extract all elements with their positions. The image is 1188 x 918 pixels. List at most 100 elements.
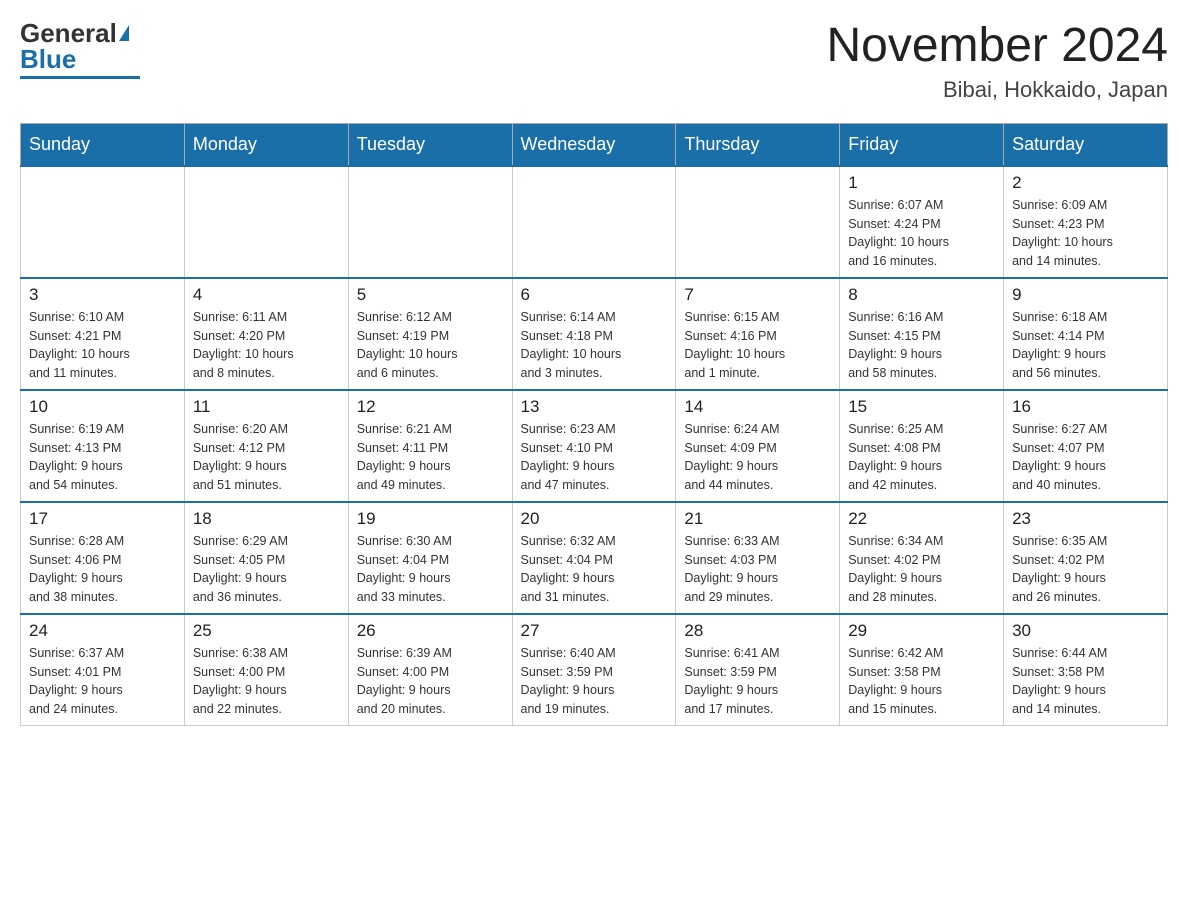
calendar-table: SundayMondayTuesdayWednesdayThursdayFrid…: [20, 123, 1168, 726]
calendar-cell: 28 Sunrise: 6:41 AMSunset: 3:59 PMDayligh…: [676, 614, 840, 726]
day-number: 17: [29, 509, 176, 529]
logo-triangle-icon: [119, 25, 129, 41]
calendar-cell: 6 Sunrise: 6:14 AMSunset: 4:18 PMDaylight…: [512, 278, 676, 390]
weekday-header-tuesday: Tuesday: [348, 123, 512, 166]
day-number: 1: [848, 173, 995, 193]
day-number: 24: [29, 621, 176, 641]
day-info: Sunrise: 6:30 AMSunset: 4:04 PMDaylight:…: [357, 532, 504, 607]
day-number: 30: [1012, 621, 1159, 641]
day-info: Sunrise: 6:38 AMSunset: 4:00 PMDaylight:…: [193, 644, 340, 719]
day-number: 25: [193, 621, 340, 641]
calendar-cell: 18 Sunrise: 6:29 AMSunset: 4:05 PMDayligh…: [184, 502, 348, 614]
calendar-cell: 9 Sunrise: 6:18 AMSunset: 4:14 PMDaylight…: [1004, 278, 1168, 390]
day-number: 4: [193, 285, 340, 305]
day-info: Sunrise: 6:28 AMSunset: 4:06 PMDaylight:…: [29, 532, 176, 607]
calendar-cell: [184, 166, 348, 278]
weekday-header-wednesday: Wednesday: [512, 123, 676, 166]
day-info: Sunrise: 6:24 AMSunset: 4:09 PMDaylight:…: [684, 420, 831, 495]
day-info: Sunrise: 6:23 AMSunset: 4:10 PMDaylight:…: [521, 420, 668, 495]
day-number: 26: [357, 621, 504, 641]
day-number: 22: [848, 509, 995, 529]
logo-blue-text: Blue: [20, 46, 76, 72]
calendar-cell: 2Sunrise: 6:09 AMSunset: 4:23 PMDaylight…: [1004, 166, 1168, 278]
week-row-4: 17 Sunrise: 6:28 AMSunset: 4:06 PMDayligh…: [21, 502, 1168, 614]
week-row-1: 1 Sunrise: 6:07 AMSunset: 4:24 PMDaylight…: [21, 166, 1168, 278]
page-header: General Blue November 2024 Bibai, Hokkai…: [20, 20, 1168, 103]
day-number: 5: [357, 285, 504, 305]
day-number: 8: [848, 285, 995, 305]
calendar-cell: [348, 166, 512, 278]
calendar-cell: 23 Sunrise: 6:35 AMSunset: 4:02 PMDayligh…: [1004, 502, 1168, 614]
calendar-cell: 22 Sunrise: 6:34 AMSunset: 4:02 PMDayligh…: [840, 502, 1004, 614]
location-text: Bibai, Hokkaido, Japan: [826, 77, 1168, 103]
calendar-cell: [512, 166, 676, 278]
day-number: 27: [521, 621, 668, 641]
day-number: 15: [848, 397, 995, 417]
weekday-header-row: SundayMondayTuesdayWednesdayThursdayFrid…: [21, 123, 1168, 166]
day-info: Sunrise: 6:25 AMSunset: 4:08 PMDaylight:…: [848, 420, 995, 495]
day-number: 9: [1012, 285, 1159, 305]
calendar-cell: 13 Sunrise: 6:23 AMSunset: 4:10 PMDayligh…: [512, 390, 676, 502]
calendar-cell: 24 Sunrise: 6:37 AMSunset: 4:01 PMDayligh…: [21, 614, 185, 726]
day-info: Sunrise: 6:15 AMSunset: 4:16 PMDaylight:…: [684, 308, 831, 383]
calendar-cell: 17 Sunrise: 6:28 AMSunset: 4:06 PMDayligh…: [21, 502, 185, 614]
day-number: 14: [684, 397, 831, 417]
calendar-cell: 15 Sunrise: 6:25 AMSunset: 4:08 PMDayligh…: [840, 390, 1004, 502]
logo: General Blue: [20, 20, 140, 79]
logo-general-text: General: [20, 20, 117, 46]
day-info: Sunrise: 6:40 AMSunset: 3:59 PMDaylight:…: [521, 644, 668, 719]
calendar-cell: 11Sunrise: 6:20 AMSunset: 4:12 PMDayligh…: [184, 390, 348, 502]
week-row-3: 10Sunrise: 6:19 AMSunset: 4:13 PMDayligh…: [21, 390, 1168, 502]
calendar-cell: 5 Sunrise: 6:12 AMSunset: 4:19 PMDaylight…: [348, 278, 512, 390]
calendar-cell: 10Sunrise: 6:19 AMSunset: 4:13 PMDayligh…: [21, 390, 185, 502]
day-number: 6: [521, 285, 668, 305]
calendar-cell: 3 Sunrise: 6:10 AMSunset: 4:21 PMDaylight…: [21, 278, 185, 390]
calendar-cell: 25 Sunrise: 6:38 AMSunset: 4:00 PMDayligh…: [184, 614, 348, 726]
day-info: Sunrise: 6:42 AMSunset: 3:58 PMDaylight:…: [848, 644, 995, 719]
weekday-header-thursday: Thursday: [676, 123, 840, 166]
day-number: 28: [684, 621, 831, 641]
week-row-2: 3 Sunrise: 6:10 AMSunset: 4:21 PMDaylight…: [21, 278, 1168, 390]
day-number: 20: [521, 509, 668, 529]
day-number: 18: [193, 509, 340, 529]
calendar-cell: 14 Sunrise: 6:24 AMSunset: 4:09 PMDayligh…: [676, 390, 840, 502]
day-number: 21: [684, 509, 831, 529]
calendar-cell: [676, 166, 840, 278]
day-info: Sunrise: 6:35 AMSunset: 4:02 PMDaylight:…: [1012, 532, 1159, 607]
day-info: Sunrise: 6:44 AMSunset: 3:58 PMDaylight:…: [1012, 644, 1159, 719]
day-info: Sunrise: 6:18 AMSunset: 4:14 PMDaylight:…: [1012, 308, 1159, 383]
day-info: Sunrise: 6:29 AMSunset: 4:05 PMDaylight:…: [193, 532, 340, 607]
day-info: Sunrise: 6:11 AMSunset: 4:20 PMDaylight:…: [193, 308, 340, 383]
day-info: Sunrise: 6:10 AMSunset: 4:21 PMDaylight:…: [29, 308, 176, 383]
day-info: Sunrise: 6:14 AMSunset: 4:18 PMDaylight:…: [521, 308, 668, 383]
weekday-header-friday: Friday: [840, 123, 1004, 166]
week-row-5: 24 Sunrise: 6:37 AMSunset: 4:01 PMDayligh…: [21, 614, 1168, 726]
day-info: Sunrise: 6:16 AMSunset: 4:15 PMDaylight:…: [848, 308, 995, 383]
day-info: Sunrise: 6:37 AMSunset: 4:01 PMDaylight:…: [29, 644, 176, 719]
calendar-cell: [21, 166, 185, 278]
logo-underline: [20, 76, 140, 79]
day-info: Sunrise: 6:32 AMSunset: 4:04 PMDaylight:…: [521, 532, 668, 607]
day-number: 23: [1012, 509, 1159, 529]
weekday-header-sunday: Sunday: [21, 123, 185, 166]
day-info: Sunrise: 6:27 AMSunset: 4:07 PMDaylight:…: [1012, 420, 1159, 495]
calendar-cell: 21Sunrise: 6:33 AMSunset: 4:03 PMDayligh…: [676, 502, 840, 614]
day-info: Sunrise: 6:07 AMSunset: 4:24 PMDaylight:…: [848, 196, 995, 271]
calendar-cell: 4 Sunrise: 6:11 AMSunset: 4:20 PMDaylight…: [184, 278, 348, 390]
title-block: November 2024 Bibai, Hokkaido, Japan: [826, 20, 1168, 103]
calendar-cell: 27 Sunrise: 6:40 AMSunset: 3:59 PMDayligh…: [512, 614, 676, 726]
day-number: 13: [521, 397, 668, 417]
calendar-cell: 30 Sunrise: 6:44 AMSunset: 3:58 PMDayligh…: [1004, 614, 1168, 726]
day-number: 29: [848, 621, 995, 641]
calendar-cell: 29 Sunrise: 6:42 AMSunset: 3:58 PMDayligh…: [840, 614, 1004, 726]
calendar-cell: 1 Sunrise: 6:07 AMSunset: 4:24 PMDaylight…: [840, 166, 1004, 278]
day-number: 3: [29, 285, 176, 305]
month-title: November 2024: [826, 20, 1168, 73]
day-number: 16: [1012, 397, 1159, 417]
day-info: Sunrise: 6:12 AMSunset: 4:19 PMDaylight:…: [357, 308, 504, 383]
day-number: 7: [684, 285, 831, 305]
day-info: Sunrise: 6:41 AMSunset: 3:59 PMDaylight:…: [684, 644, 831, 719]
day-info: Sunrise: 6:34 AMSunset: 4:02 PMDaylight:…: [848, 532, 995, 607]
day-number: 10: [29, 397, 176, 417]
weekday-header-monday: Monday: [184, 123, 348, 166]
